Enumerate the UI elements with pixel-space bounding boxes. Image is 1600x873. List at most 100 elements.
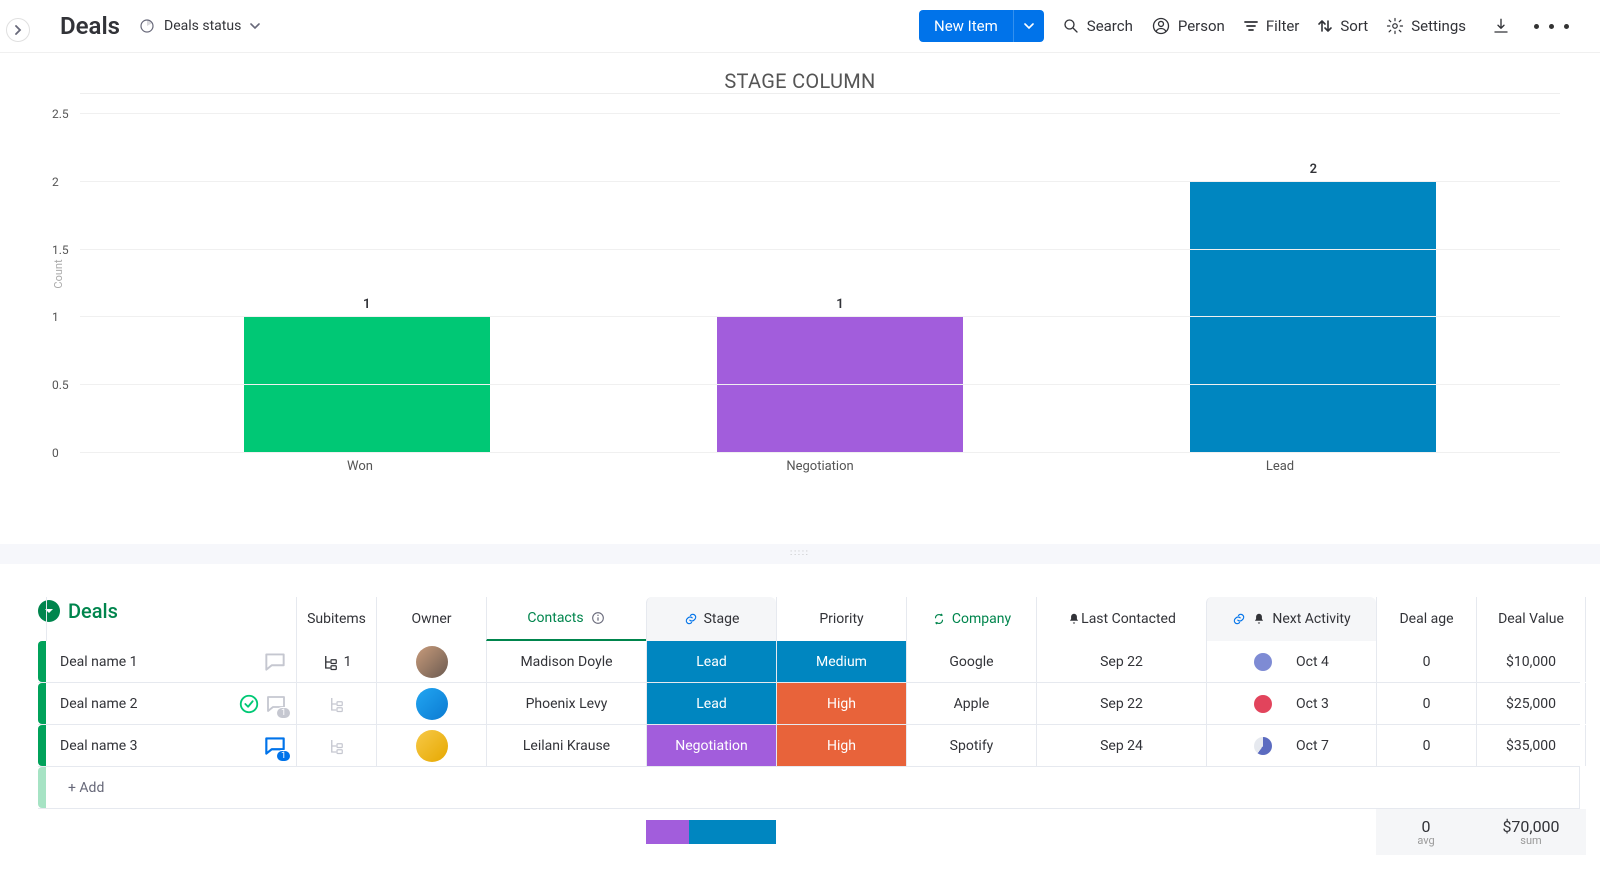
- company-cell[interactable]: Apple: [906, 683, 1036, 724]
- priority-pill[interactable]: High: [777, 725, 906, 766]
- subitems-cell[interactable]: [296, 725, 376, 766]
- next-activity-cell[interactable]: Oct 4: [1206, 641, 1376, 682]
- column-contacts[interactable]: Contacts: [486, 597, 646, 641]
- table-row[interactable]: Deal name 3 1 Leilani KrauseNegotiationH…: [38, 725, 1580, 767]
- person-icon: [1151, 16, 1171, 36]
- company-cell[interactable]: Spotify: [906, 725, 1036, 766]
- info-icon: [590, 610, 606, 626]
- search-icon: [1062, 17, 1080, 35]
- chart-plot-area: Count 00.511.522.5 112: [80, 93, 1560, 453]
- conversation-icon[interactable]: [262, 649, 288, 675]
- settings-button[interactable]: Settings: [1386, 17, 1466, 35]
- subitems-icon: [322, 653, 340, 671]
- stage-summary-segment: [646, 820, 689, 844]
- chart-bar[interactable]: 1: [717, 317, 963, 453]
- sidebar-expand-button[interactable]: [6, 18, 30, 42]
- drag-handle-icon: :::::: [790, 548, 810, 557]
- person-button[interactable]: Person: [1151, 16, 1225, 36]
- new-item-button[interactable]: New Item: [919, 10, 1044, 42]
- bell-icon: [1252, 612, 1266, 626]
- chart-bar-value: 1: [244, 297, 490, 312]
- y-tick: 1: [52, 310, 59, 324]
- owner-cell[interactable]: [376, 683, 486, 724]
- y-tick: 0: [52, 446, 59, 460]
- subitems-cell[interactable]: 1: [296, 641, 376, 682]
- avatar: [416, 730, 448, 762]
- priority-pill[interactable]: High: [777, 683, 906, 724]
- contacts-cell[interactable]: Madison Doyle: [486, 641, 646, 682]
- next-activity-cell[interactable]: Oct 7: [1206, 725, 1376, 766]
- chart-bar-value: 2: [1190, 162, 1436, 177]
- add-item-button[interactable]: + Add: [46, 767, 1580, 808]
- y-tick: 1.5: [52, 243, 69, 257]
- owner-cell[interactable]: [376, 641, 486, 682]
- chart-y-axis-label: Count: [52, 259, 65, 288]
- y-tick: 0.5: [52, 378, 69, 392]
- last-contacted-cell[interactable]: Sep 22: [1036, 683, 1206, 724]
- filter-icon: [1243, 18, 1259, 34]
- deal-name-cell[interactable]: Deal name 3 1: [46, 725, 296, 766]
- deal-value-cell[interactable]: $10,000: [1476, 641, 1586, 682]
- deal-name-cell[interactable]: Deal name 1: [46, 641, 296, 682]
- deal-value-cell[interactable]: $25,000: [1476, 683, 1586, 724]
- column-deal-age[interactable]: Deal age: [1376, 597, 1476, 641]
- chart-bar[interactable]: 2: [1190, 182, 1436, 453]
- contacts-cell[interactable]: Leilani Krause: [486, 725, 646, 766]
- next-activity-cell[interactable]: Oct 3: [1206, 683, 1376, 724]
- owner-cell[interactable]: [376, 725, 486, 766]
- x-tick: Won: [130, 453, 590, 474]
- status-dot-icon: [1254, 695, 1272, 713]
- stage-pill[interactable]: Lead: [647, 641, 776, 682]
- stage-pill[interactable]: Negotiation: [647, 725, 776, 766]
- column-last-contacted[interactable]: Last Contacted: [1036, 597, 1206, 641]
- chevron-down-icon: [249, 20, 261, 32]
- new-item-dropdown[interactable]: [1013, 10, 1044, 42]
- stage-pill[interactable]: Lead: [647, 683, 776, 724]
- filter-button[interactable]: Filter: [1243, 17, 1300, 35]
- column-subitems[interactable]: Subitems: [296, 597, 376, 641]
- subitems-cell[interactable]: [296, 683, 376, 724]
- status-dot-icon: [1254, 653, 1272, 671]
- deal-age-cell[interactable]: 0: [1376, 683, 1476, 724]
- last-contacted-cell[interactable]: Sep 22: [1036, 641, 1206, 682]
- column-priority[interactable]: Priority: [776, 597, 906, 641]
- chart-icon: [138, 17, 156, 35]
- y-tick: 2.5: [52, 107, 69, 121]
- new-item-label: New Item: [919, 10, 1013, 42]
- avatar: [416, 688, 448, 720]
- contacts-cell[interactable]: Phoenix Levy: [486, 683, 646, 724]
- view-selector[interactable]: Deals status: [138, 17, 261, 35]
- deal-age-cell[interactable]: 0: [1376, 641, 1476, 682]
- column-stage[interactable]: Stage: [646, 597, 776, 641]
- table-row[interactable]: Deal name 2 1 Phoenix LevyLeadHighAppleS…: [38, 683, 1580, 725]
- subitems-icon: [328, 737, 346, 755]
- column-owner[interactable]: Owner: [376, 597, 486, 641]
- x-tick: Lead: [1050, 453, 1510, 474]
- stage-summary-segment: [689, 820, 776, 844]
- column-next-activity[interactable]: Next Activity: [1206, 597, 1376, 641]
- download-button[interactable]: [1492, 17, 1510, 35]
- column-company[interactable]: Company: [906, 597, 1036, 641]
- deal-value-cell[interactable]: $35,000: [1476, 725, 1586, 766]
- download-icon: [1492, 17, 1510, 35]
- gear-icon: [1386, 17, 1404, 35]
- y-tick: 2: [52, 175, 59, 189]
- search-button[interactable]: Search: [1062, 17, 1133, 35]
- more-options-button[interactable]: [1532, 24, 1570, 29]
- column-deal-value[interactable]: Deal Value: [1476, 597, 1586, 641]
- sort-button[interactable]: Sort: [1317, 17, 1368, 35]
- sort-icon: [1317, 18, 1333, 34]
- priority-pill[interactable]: Medium: [777, 641, 906, 682]
- company-cell[interactable]: Google: [906, 641, 1036, 682]
- bell-icon: [1067, 612, 1081, 626]
- avatar: [416, 646, 448, 678]
- chart-bar[interactable]: 1: [244, 317, 490, 453]
- x-tick: Negotiation: [590, 453, 1050, 474]
- deal-value-summary: $70,000 sum: [1476, 809, 1586, 855]
- deal-name-cell[interactable]: Deal name 2 1: [46, 683, 296, 724]
- deal-age-cell[interactable]: 0: [1376, 725, 1476, 766]
- deal-age-summary: 0 avg: [1376, 809, 1476, 855]
- last-contacted-cell[interactable]: Sep 24: [1036, 725, 1206, 766]
- panel-resize-divider[interactable]: :::::: [0, 544, 1600, 564]
- table-row[interactable]: Deal name 11 Madison DoyleLeadMediumGoogl…: [38, 641, 1580, 683]
